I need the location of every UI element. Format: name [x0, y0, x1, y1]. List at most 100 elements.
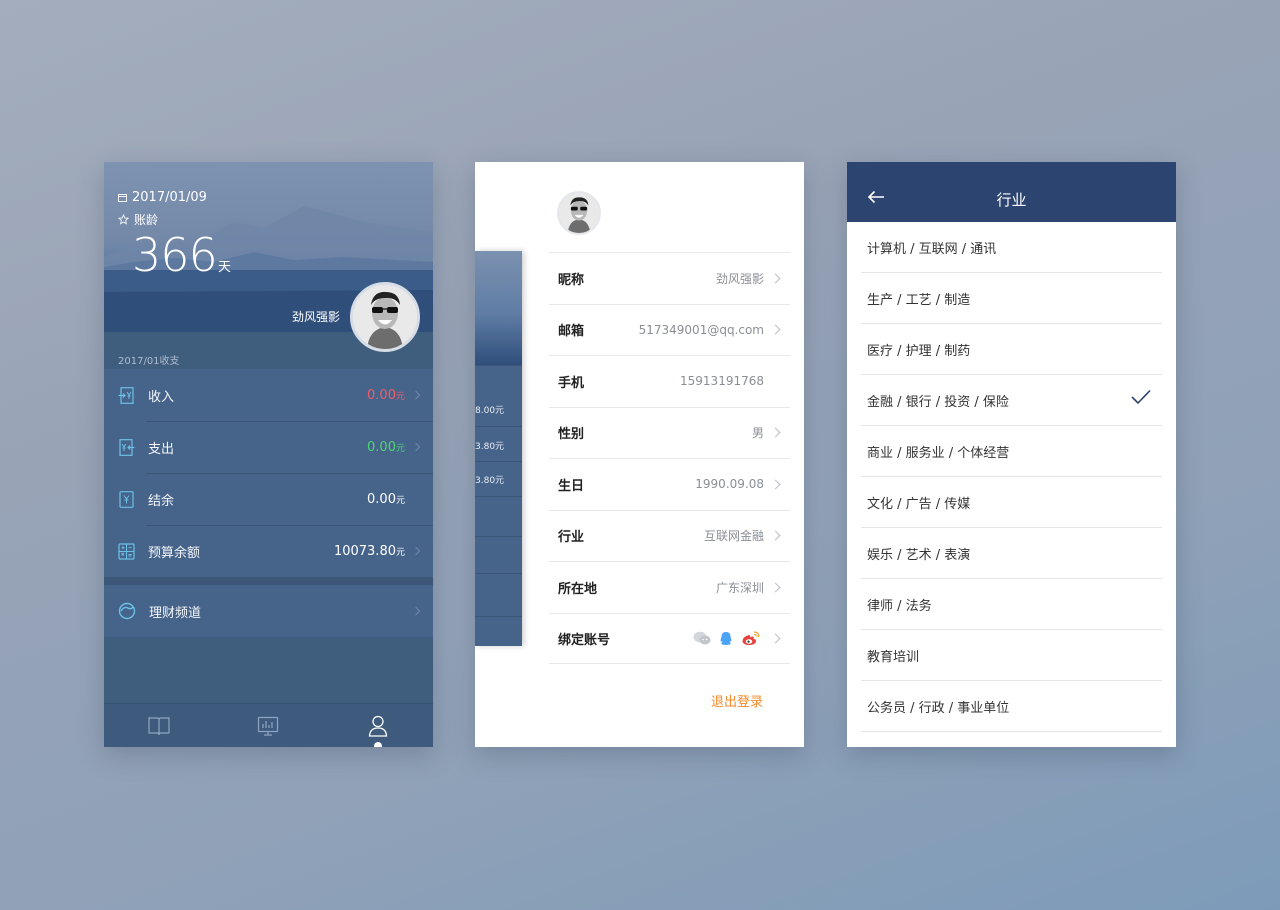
checkmark-icon: [1131, 389, 1151, 405]
phone-row: 手机 15913191768: [549, 355, 790, 407]
list-item[interactable]: 公务员 / 行政 / 事业单位: [861, 681, 1162, 732]
nav-bar: 行业: [847, 162, 1176, 222]
avatar[interactable]: [557, 191, 601, 235]
gender-row[interactable]: 性别 男: [549, 406, 790, 459]
location-row[interactable]: 所在地 广东深圳: [549, 561, 790, 613]
peek-value: 3.80元: [475, 442, 505, 452]
field-value: 15913191768: [680, 374, 764, 389]
income-label: 收入: [148, 389, 175, 405]
list-item-label: 生产 / 工艺 / 制造: [867, 292, 971, 308]
list-item-label: 娱乐 / 艺术 / 表演: [867, 547, 971, 563]
account-overview-screen: 2017/01/09 账龄 366 天 劲风强影 2017/01收支 收入 0.…: [104, 162, 433, 747]
list-item[interactable]: 商业 / 服务业 / 个体经营: [861, 426, 1162, 477]
field-label: 手机: [558, 375, 585, 391]
list-item-label: 教育培训: [867, 649, 920, 665]
list-item[interactable]: 律师 / 法务: [861, 579, 1162, 630]
list-item[interactable]: 娱乐 / 艺术 / 表演: [861, 528, 1162, 579]
bottom-tab-bar: [104, 703, 433, 747]
peek-value: 8.00元: [475, 406, 505, 416]
balance-icon: [119, 490, 134, 508]
budget-row[interactable]: 预算余额 10073.80元: [104, 525, 433, 577]
bound-accounts-icons: [693, 631, 760, 646]
chevron-right-icon: [770, 427, 781, 438]
tab-chart[interactable]: [238, 704, 298, 748]
account-age-label: 账龄: [118, 211, 158, 228]
field-value: 男: [751, 426, 764, 441]
weibo-icon[interactable]: [741, 631, 760, 646]
industry-list: 计算机 / 互联网 / 通讯 生产 / 工艺 / 制造 医疗 / 护理 / 制药…: [861, 222, 1162, 732]
account-age-unit: 天: [218, 260, 232, 275]
peek-previous-screen: 8.00元 3.80元 3.80元: [475, 251, 522, 646]
chevron-right-icon: [411, 390, 421, 400]
wealth-icon: [118, 602, 136, 620]
list-item-label: 金融 / 银行 / 投资 / 保险: [867, 394, 1009, 410]
field-label: 行业: [558, 530, 585, 546]
email-row[interactable]: 邮箱 517349001@qq.com: [549, 303, 790, 356]
industry-row[interactable]: 行业 互联网金融: [549, 509, 790, 562]
wealth-channel-row[interactable]: 理财频道: [104, 585, 433, 637]
industry-picker-screen: 行业 计算机 / 互联网 / 通讯 生产 / 工艺 / 制造 医疗 / 护理 /…: [847, 162, 1176, 747]
list-item[interactable]: 文化 / 广告 / 传媒: [861, 477, 1162, 528]
expense-value: 0.00元: [367, 439, 405, 455]
list-item-label: 文化 / 广告 / 传媒: [867, 496, 971, 512]
qq-icon[interactable]: [719, 631, 733, 646]
avatar[interactable]: [350, 282, 420, 352]
book-icon: [148, 716, 170, 735]
field-label: 性别: [558, 427, 585, 443]
tab-user[interactable]: [348, 704, 408, 747]
finance-list: 收入 0.00元 支出 0.00元 结余 0.00元 预算余额 10073.80…: [104, 369, 433, 577]
list-item-label: 商业 / 服务业 / 个体经营: [867, 445, 1010, 461]
list-item-label: 律师 / 法务: [867, 598, 932, 614]
bound-accounts-row[interactable]: 绑定账号: [549, 612, 790, 664]
chevron-right-icon: [770, 273, 781, 284]
list-item-selected[interactable]: 金融 / 银行 / 投资 / 保险: [861, 375, 1162, 426]
field-value: 1990.09.08: [695, 477, 764, 492]
list-item[interactable]: 医疗 / 护理 / 制药: [861, 324, 1162, 375]
nickname-row[interactable]: 昵称 劲风强影: [549, 252, 790, 304]
date-display: 2017/01/09: [118, 190, 207, 205]
field-value: 劲风强影: [715, 271, 764, 286]
period-label: 2017/01收支: [118, 356, 180, 367]
active-tab-indicator: [374, 741, 383, 747]
income-row[interactable]: 收入 0.00元: [104, 369, 433, 421]
birthday-row[interactable]: 生日 1990.09.08: [549, 458, 790, 510]
star-icon: [118, 214, 129, 225]
age-label-text: 账龄: [134, 213, 159, 227]
expense-row[interactable]: 支出 0.00元: [104, 421, 433, 473]
chevron-right-icon: [770, 324, 781, 335]
tab-book[interactable]: [129, 704, 189, 748]
field-label: 生日: [558, 478, 585, 494]
budget-icon: [118, 542, 135, 560]
list-item-label: 医疗 / 护理 / 制药: [867, 343, 971, 359]
page-title: 行业: [996, 191, 1027, 209]
account-age-value: 366: [132, 228, 218, 282]
chevron-right-icon: [770, 530, 781, 541]
field-label: 邮箱: [558, 324, 585, 340]
income-icon: [118, 386, 134, 404]
list-item[interactable]: 计算机 / 互联网 / 通讯: [861, 222, 1162, 273]
field-label: 绑定账号: [558, 632, 611, 648]
chevron-right-icon: [770, 633, 781, 644]
username: 劲风强影: [292, 310, 341, 324]
wechat-icon[interactable]: [693, 631, 711, 645]
logout-button[interactable]: 退出登录: [711, 691, 763, 710]
profile-screen: 8.00元 3.80元 3.80元 昵称 劲风强影 邮箱 517349001@q…: [475, 162, 804, 747]
list-item-label: 计算机 / 互联网 / 通讯: [867, 241, 997, 257]
expense-icon: [119, 438, 135, 456]
list-item[interactable]: 教育培训: [861, 630, 1162, 681]
chevron-right-icon: [411, 442, 421, 452]
balance-row[interactable]: 结余 0.00元: [104, 473, 433, 525]
wealth-label: 理财频道: [149, 605, 202, 621]
calendar-icon: [118, 194, 127, 202]
field-value: 互联网金融: [703, 529, 764, 544]
budget-value: 10073.80元: [333, 543, 405, 559]
field-value: 广东深圳: [715, 580, 764, 595]
balance-value: 0.00元: [367, 491, 405, 507]
balance-label: 结余: [148, 493, 175, 509]
chart-icon: [258, 716, 279, 736]
peek-value: 3.80元: [475, 476, 505, 486]
list-item[interactable]: 生产 / 工艺 / 制造: [861, 273, 1162, 324]
field-label: 昵称: [558, 272, 585, 288]
section-divider: [104, 577, 433, 585]
field-label: 所在地: [558, 581, 598, 597]
